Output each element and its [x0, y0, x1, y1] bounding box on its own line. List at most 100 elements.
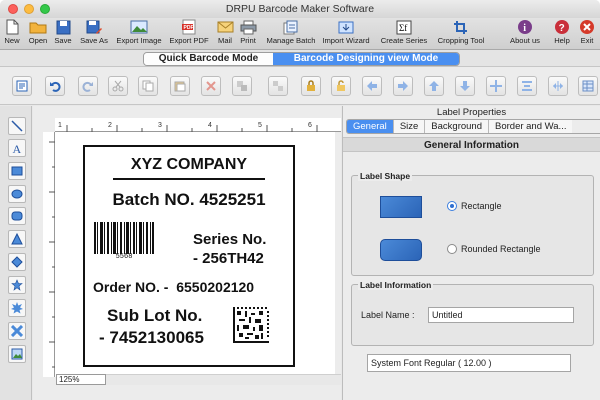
export-image-button[interactable]: Export Image — [114, 18, 164, 50]
crop-icon — [452, 19, 470, 35]
tab-general[interactable]: General — [347, 120, 394, 133]
grid-button[interactable] — [578, 76, 598, 96]
properties-title: Label Properties — [436, 107, 507, 118]
arrow-down-icon — [460, 81, 470, 91]
redo-button[interactable] — [78, 76, 98, 96]
star-tool[interactable] — [8, 276, 26, 294]
rounded-rectangle-tool[interactable] — [8, 207, 26, 225]
paste-button[interactable] — [170, 76, 190, 96]
fit-icon — [553, 81, 563, 91]
pdf-icon: PDF — [180, 19, 198, 35]
lock-button[interactable] — [301, 76, 321, 96]
tab-background[interactable]: Background — [425, 120, 489, 133]
rounded-rectangle-shape-preview[interactable] — [380, 239, 422, 261]
linear-barcode[interactable]: 5568 — [93, 222, 155, 262]
cropping-tool-label: Cropping Tool — [437, 36, 485, 45]
cropping-tool-button[interactable]: Cropping Tool — [432, 18, 490, 50]
batch-number-text[interactable]: Batch NO. 4525251 — [85, 190, 293, 210]
series-number-line1[interactable]: Series No. — [193, 231, 266, 248]
move-right-button[interactable] — [393, 76, 413, 96]
barcode-label[interactable]: XYZ COMPANY Batch NO. 4525251 5568 Serie… — [83, 145, 295, 367]
export-image-label: Export Image — [116, 36, 162, 45]
help-button[interactable]: ? Help — [549, 18, 575, 50]
create-series-label: Create Series — [380, 36, 428, 45]
group-icon — [237, 81, 247, 91]
horizontal-ruler: 1 2 3 4 5 6 — [55, 118, 341, 132]
label-name-caption: Label Name : — [361, 310, 415, 320]
company-name-text[interactable]: XYZ COMPANY — [85, 156, 293, 174]
svg-text:1: 1 — [58, 122, 62, 129]
paste-icon — [174, 81, 186, 92]
manage-batch-button[interactable]: Manage Batch — [265, 18, 317, 50]
rectangle-radio-indicator[interactable] — [447, 201, 457, 211]
rectangle-tool[interactable] — [8, 162, 26, 180]
move-down-button[interactable] — [455, 76, 475, 96]
unlock-icon — [337, 80, 345, 91]
text-tool[interactable]: A — [8, 139, 26, 157]
label-name-input[interactable]: Untitled — [428, 307, 574, 323]
rectangle-icon — [11, 166, 23, 176]
delete-icon — [206, 81, 216, 91]
rounded-rectangle-radio-indicator[interactable] — [447, 244, 457, 254]
move-left-button[interactable] — [362, 76, 382, 96]
zoom-level-field[interactable]: 125% — [56, 374, 106, 385]
title-bar: DRPU Barcode Maker Software — [0, 0, 600, 18]
zoom-window-button[interactable] — [40, 4, 50, 14]
diamond-tool[interactable] — [8, 253, 26, 271]
triangle-tool[interactable] — [8, 230, 26, 248]
cut-button[interactable] — [108, 76, 128, 96]
barcode-digits-text: 5568 — [115, 253, 133, 261]
rounded-rectangle-radio[interactable]: Rounded Rectangle — [447, 244, 541, 254]
import-wizard-button[interactable]: Import Wizard — [319, 18, 373, 50]
ungroup-button[interactable] — [268, 76, 288, 96]
image-tool[interactable] — [8, 345, 26, 363]
burst-tool[interactable] — [8, 299, 26, 317]
help-icon: ? — [553, 19, 571, 35]
edit-toolbar — [0, 67, 600, 105]
copy-button[interactable] — [138, 76, 158, 96]
mode-switch: Quick Barcode Mode Barcode Designing vie… — [143, 52, 460, 66]
burst-icon — [11, 302, 23, 314]
zoom-fit-button[interactable] — [548, 76, 568, 96]
rectangle-radio[interactable]: Rectangle — [447, 201, 502, 211]
designing-view-mode-tab[interactable]: Barcode Designing view Mode — [273, 53, 459, 65]
tab-border-and-watermark[interactable]: Border and Wa... — [489, 120, 573, 133]
order-number-text[interactable]: Order NO. - 6550202120 — [93, 279, 254, 295]
group-button[interactable] — [232, 76, 252, 96]
properties-button[interactable] — [12, 76, 32, 96]
rectangle-shape-preview[interactable] — [380, 196, 422, 218]
undo-button[interactable] — [45, 76, 65, 96]
quick-barcode-mode-tab[interactable]: Quick Barcode Mode — [144, 53, 273, 65]
rectangle-radio-label: Rectangle — [461, 201, 502, 211]
create-series-button[interactable]: Σf Create Series — [378, 18, 430, 50]
font-selector-field[interactable]: System Font Regular ( 12.00 ) — [367, 354, 571, 372]
arrow-left-icon — [367, 81, 377, 91]
center-button[interactable] — [486, 76, 506, 96]
about-us-button[interactable]: i About us — [505, 18, 545, 50]
sub-lot-line2[interactable]: - 7452130065 — [99, 328, 204, 348]
x-shape-icon — [11, 325, 23, 337]
new-file-icon — [3, 19, 21, 35]
window-controls — [8, 4, 50, 14]
delete-button[interactable] — [201, 76, 221, 96]
properties-tabs: General Size Background Border and Wa... — [346, 119, 600, 134]
export-pdf-button[interactable]: PDF Export PDF — [166, 18, 212, 50]
ellipse-tool[interactable] — [8, 185, 26, 203]
unlock-button[interactable] — [331, 76, 351, 96]
2d-datamatrix-barcode[interactable] — [233, 307, 269, 343]
close-window-button[interactable] — [8, 4, 18, 14]
save-as-button[interactable]: Save As — [74, 18, 114, 50]
line-tool[interactable] — [8, 117, 26, 135]
svg-text:4: 4 — [208, 122, 212, 129]
sub-lot-line1[interactable]: Sub Lot No. — [107, 306, 202, 326]
series-number-line2[interactable]: - 256TH42 — [193, 250, 264, 267]
align-button[interactable] — [517, 76, 537, 96]
text-icon: A — [13, 142, 22, 154]
horizontal-scrollbar[interactable] — [106, 374, 341, 385]
arrow-shape-tool[interactable] — [8, 322, 26, 340]
exit-button[interactable]: Exit — [575, 18, 599, 50]
move-up-button[interactable] — [424, 76, 444, 96]
minimize-window-button[interactable] — [24, 4, 34, 14]
tab-size[interactable]: Size — [393, 120, 426, 133]
print-button[interactable]: Print — [228, 18, 268, 50]
